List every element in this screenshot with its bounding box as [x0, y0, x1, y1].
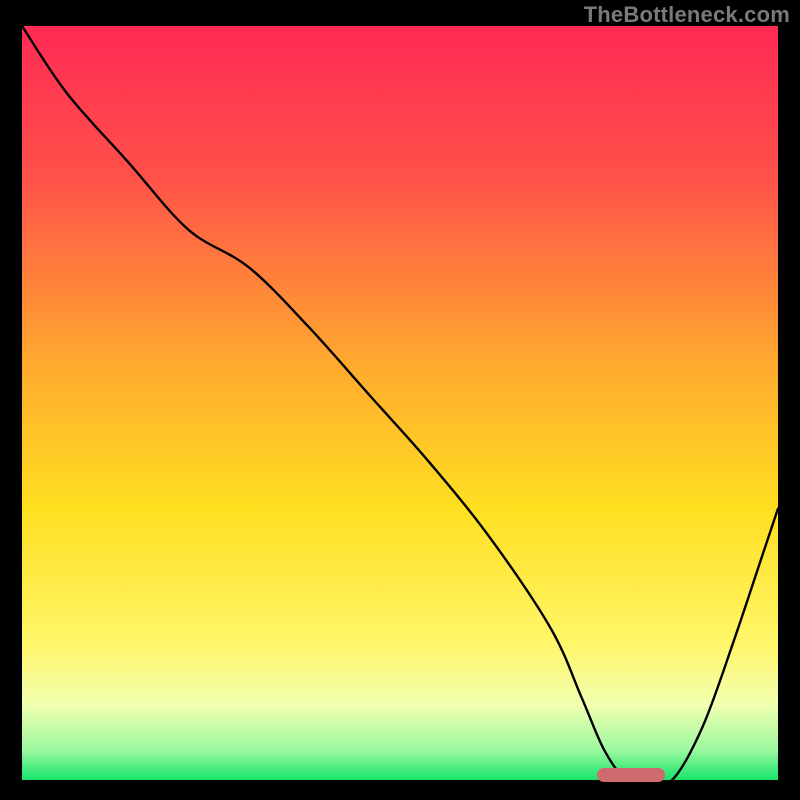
chart-background	[22, 26, 778, 780]
bottleneck-chart	[22, 26, 778, 780]
optimal-range-marker	[597, 768, 665, 782]
watermark-label: TheBottleneck.com	[584, 2, 790, 28]
chart-frame: TheBottleneck.com	[0, 0, 800, 800]
